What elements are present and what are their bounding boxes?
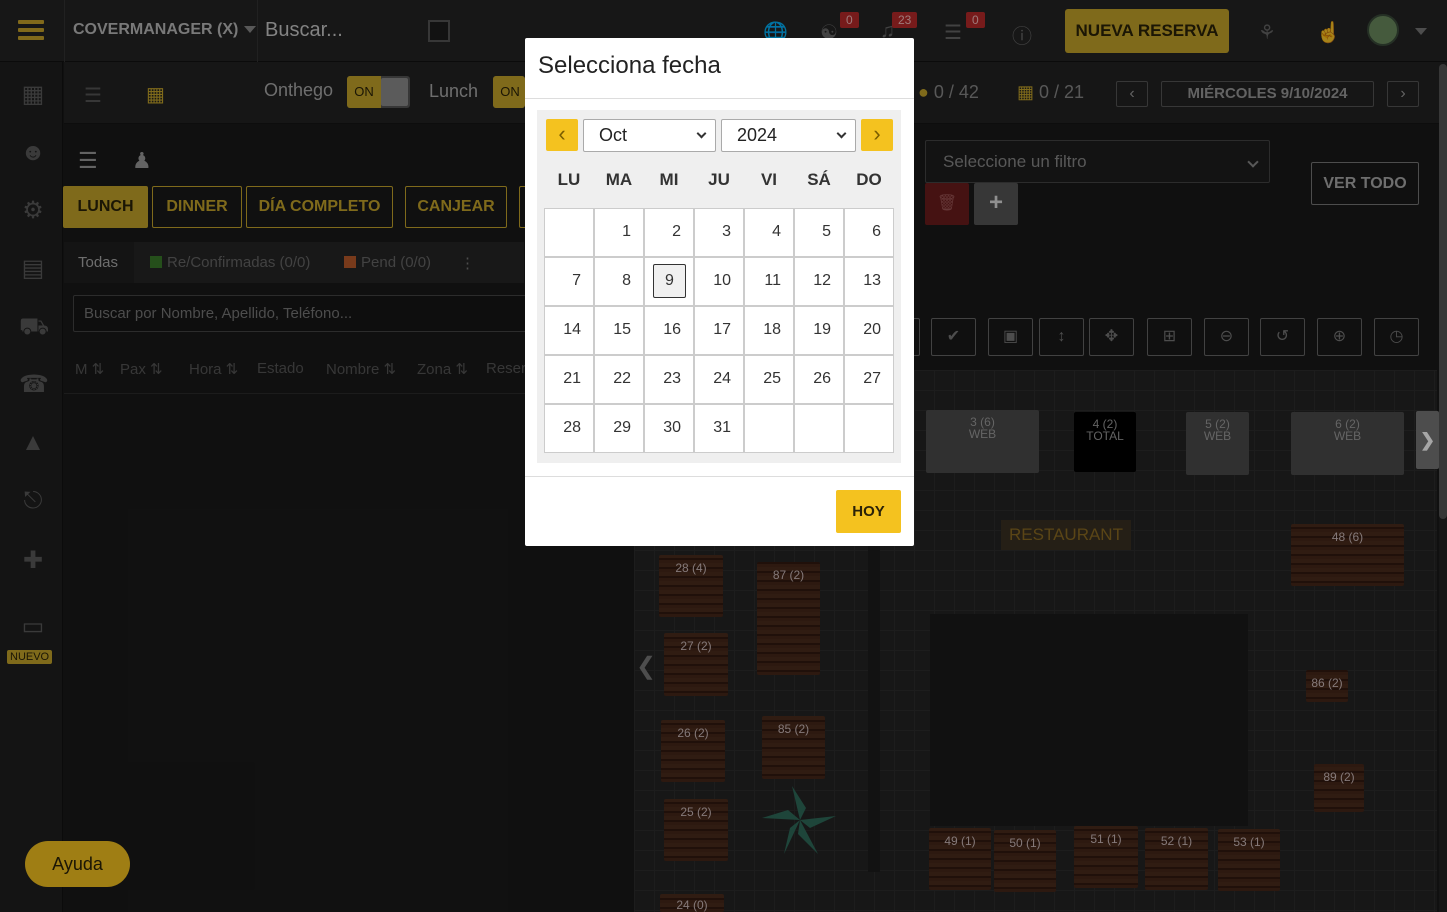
calendar-day[interactable]: 15: [594, 306, 644, 355]
calendar-day[interactable]: 7: [544, 257, 594, 306]
calendar-day[interactable]: 10: [694, 257, 744, 306]
calendar-day[interactable]: 31: [694, 404, 744, 453]
calendar-grid: 1 2 3 4 5 6 7 8 9 10 11 12 13 14 15 16 17 18 19 20 21 22 23 24 2…: [544, 208, 895, 453]
calendar-day[interactable]: 29: [594, 404, 644, 453]
calendar-empty-cell: [544, 208, 594, 257]
calendar-day[interactable]: 3: [694, 208, 744, 257]
calendar-day[interactable]: 17: [694, 306, 744, 355]
calendar-day[interactable]: 6: [844, 208, 894, 257]
weekday-header: LU: [557, 170, 581, 189]
calendar-day[interactable]: 28: [544, 404, 594, 453]
weekday-header: JU: [708, 170, 730, 189]
calendar-day[interactable]: 13: [844, 257, 894, 306]
calendar-empty-cell: [744, 404, 794, 453]
calendar-empty-cell: [844, 404, 894, 453]
calendar-day[interactable]: 11: [744, 257, 794, 306]
today-button[interactable]: HOY: [836, 490, 901, 533]
calendar-day[interactable]: 16: [644, 306, 694, 355]
calendar-day[interactable]: 27: [844, 355, 894, 404]
divider: [525, 476, 914, 477]
calendar-empty-cell: [794, 404, 844, 453]
calendar-day[interactable]: 21: [544, 355, 594, 404]
calendar: ‹ Oct 2024 › LU MA MI JU VI SÁ DO 123456…: [537, 110, 901, 463]
weekday-header: VI: [760, 170, 778, 189]
calendar-day[interactable]: 19: [794, 306, 844, 355]
prev-month-button[interactable]: ‹: [546, 119, 578, 151]
calendar-day[interactable]: 14: [544, 306, 594, 355]
weekday-header: DO: [856, 170, 882, 189]
calendar-day[interactable]: 20: [844, 306, 894, 355]
calendar-day[interactable]: 26: [794, 355, 844, 404]
date-picker-modal: Selecciona fecha ‹ Oct 2024 › LU MA MI J…: [525, 38, 914, 546]
selected-day: 9: [653, 264, 686, 298]
calendar-day[interactable]: 24: [694, 355, 744, 404]
calendar-day[interactable]: 8: [594, 257, 644, 306]
calendar-day[interactable]: 1: [594, 208, 644, 257]
calendar-day[interactable]: 25: [744, 355, 794, 404]
weekday-header: SÁ: [807, 170, 831, 189]
year-select[interactable]: 2024: [721, 119, 856, 152]
month-value: Oct: [599, 125, 628, 145]
calendar-day[interactable]: 5: [794, 208, 844, 257]
calendar-day[interactable]: 4: [744, 208, 794, 257]
calendar-day[interactable]: 9: [644, 257, 694, 306]
calendar-day[interactable]: 22: [594, 355, 644, 404]
year-value: 2024: [737, 125, 778, 145]
modal-title: Selecciona fecha: [538, 52, 721, 79]
calendar-day[interactable]: 30: [644, 404, 694, 453]
month-select[interactable]: Oct: [583, 119, 716, 152]
calendar-day[interactable]: 23: [644, 355, 694, 404]
next-month-button[interactable]: ›: [861, 119, 893, 151]
chevron-down-icon: [696, 128, 707, 139]
calendar-day[interactable]: 12: [794, 257, 844, 306]
chevron-down-icon: [836, 128, 847, 139]
divider: [525, 98, 914, 99]
calendar-day[interactable]: 18: [744, 306, 794, 355]
calendar-day[interactable]: 2: [644, 208, 694, 257]
weekday-header: MI: [659, 170, 679, 189]
weekday-header: MA: [605, 170, 633, 189]
